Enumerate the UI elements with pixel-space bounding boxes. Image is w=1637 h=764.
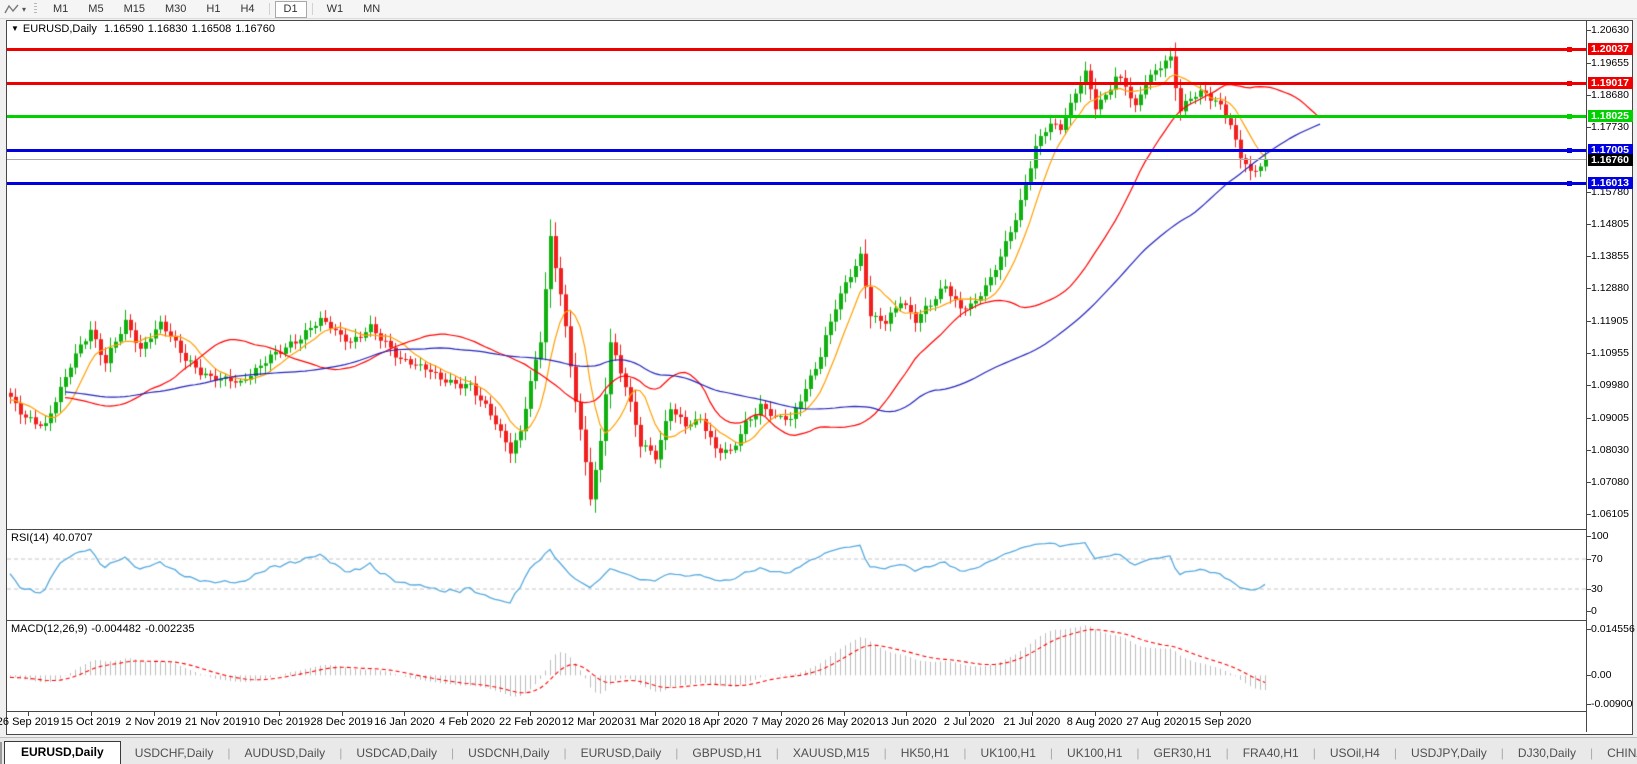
toolbar-separator bbox=[268, 3, 270, 15]
macd-panel[interactable]: MACD(12,26,9) -0.004482 -0.002235 bbox=[7, 621, 1586, 711]
ohlc-low: 1.16508 bbox=[191, 23, 232, 35]
tab-xauusd-m15[interactable]: XAUUSD,M15 bbox=[779, 743, 884, 764]
line-price-label: 1.16013 bbox=[1588, 176, 1633, 189]
line-tools-button[interactable]: ▾ bbox=[0, 0, 30, 18]
date-tick-label: 15 Sep 2020 bbox=[1188, 716, 1252, 728]
line-tools-icon bbox=[4, 4, 19, 14]
tab-china300-h1[interactable]: CHINA300,H1 bbox=[1593, 743, 1637, 764]
tab-uk100-h1[interactable]: UK100,H1 bbox=[967, 743, 1050, 764]
price-tick-label: 1.14805 bbox=[1591, 218, 1629, 231]
macd-tick-label: -0.00900 bbox=[1591, 698, 1633, 710]
tab-dj30-daily[interactable]: DJ30,Daily bbox=[1504, 743, 1590, 764]
tab-usoil-h4[interactable]: USOil,H4 bbox=[1316, 743, 1394, 764]
price-tick-label: 1.08030 bbox=[1591, 444, 1629, 456]
macd-main-value-label: -0.004482 bbox=[91, 623, 141, 635]
ohlc-open: 1.16590 bbox=[103, 23, 144, 35]
price-tick-label: 1.20630 bbox=[1591, 24, 1629, 36]
line-price-label: 1.18025 bbox=[1588, 109, 1633, 122]
timeframe-button-h4[interactable]: H4 bbox=[231, 1, 263, 18]
tab-usdjpy-daily[interactable]: USDJPY,Daily bbox=[1397, 743, 1501, 764]
tab-audusd-daily[interactable]: AUDUSD,Daily bbox=[231, 743, 340, 764]
chart-symbol-label: EURUSD,Daily bbox=[22, 23, 97, 35]
price-tick-label: 1.09980 bbox=[1591, 379, 1629, 391]
timeframe-buttons: M1 M5 M15 M30 H1 H4 D1 W1 MN bbox=[43, 0, 390, 18]
timeframe-button-h1[interactable]: H1 bbox=[197, 1, 229, 18]
line-handle[interactable] bbox=[1567, 81, 1572, 87]
rsi-panel[interactable]: RSI(14) 40.0707 bbox=[7, 530, 1586, 620]
price-axis[interactable]: 1.20630 1.19655 1.18680 1.17730 1.15780 1.148… bbox=[1586, 21, 1635, 732]
tab-bar-edge bbox=[0, 742, 2, 764]
tab-eurusd-daily[interactable]: EURUSD,Daily bbox=[567, 743, 676, 764]
rsi-tick-label: 70 bbox=[1591, 552, 1603, 565]
rsi-canvas[interactable] bbox=[7, 530, 1586, 620]
price-chart-panel[interactable]: ▼ EURUSD,Daily 1.16590 1.16830 1.16508 1.167… bbox=[7, 21, 1586, 529]
chart-tab-bar: EURUSD,Daily USDCHF,Daily | AUDUSD,Daily | US… bbox=[0, 737, 1637, 764]
line-handle[interactable] bbox=[1567, 148, 1572, 154]
timeframe-button-d1[interactable]: D1 bbox=[274, 0, 307, 18]
horizontal-line-1.16013[interactable] bbox=[7, 182, 1586, 186]
timeframe-button-mn[interactable]: MN bbox=[354, 1, 389, 18]
price-tick-label: 1.06105 bbox=[1591, 508, 1629, 521]
chart-tabs: EURUSD,Daily USDCHF,Daily | AUDUSD,Daily | US… bbox=[4, 741, 1637, 764]
price-tick-label: 1.12880 bbox=[1591, 282, 1629, 295]
price-tick-label: 1.13855 bbox=[1591, 249, 1629, 262]
macd-canvas[interactable] bbox=[7, 621, 1586, 711]
price-tick-label: 1.10955 bbox=[1591, 346, 1629, 359]
price-tick-label: 1.11905 bbox=[1591, 314, 1629, 327]
horizontal-line-1.19017[interactable] bbox=[7, 82, 1586, 86]
horizontal-line-1.20037[interactable] bbox=[7, 48, 1586, 52]
timeframe-button-w1[interactable]: W1 bbox=[318, 1, 353, 18]
line-handle[interactable] bbox=[1567, 181, 1572, 187]
toolbar-separator bbox=[311, 3, 313, 15]
rsi-tick-label: 100 bbox=[1591, 530, 1609, 542]
timeframe-button-m30[interactable]: M30 bbox=[156, 1, 195, 18]
toolbar-grip[interactable] bbox=[34, 3, 38, 15]
rsi-title: RSI(14) 40.0707 bbox=[11, 532, 97, 544]
tab-eurusd-daily-active[interactable]: EURUSD,Daily bbox=[4, 741, 121, 764]
rsi-value-label: 40.0707 bbox=[52, 532, 93, 544]
timeframe-button-m15[interactable]: M15 bbox=[115, 1, 154, 18]
horizontal-line-1.18025[interactable] bbox=[7, 115, 1586, 119]
tab-usdchf-daily[interactable]: USDCHF,Daily bbox=[121, 743, 228, 764]
price-tick-label: 1.09005 bbox=[1591, 411, 1629, 424]
line-price-label: 1.20037 bbox=[1588, 42, 1633, 55]
tab-usdcnh-daily[interactable]: USDCNH,Daily bbox=[454, 743, 563, 764]
tab-uk100-h1[interactable]: UK100,H1 bbox=[1053, 743, 1136, 764]
ohlc-close: 1.16760 bbox=[235, 23, 276, 35]
macd-name-label: MACD(12,26,9) bbox=[11, 623, 88, 635]
timeframe-button-m5[interactable]: M5 bbox=[79, 1, 112, 18]
chart-title-marker-icon: ▼ bbox=[11, 24, 19, 33]
tab-gbpusd-h1[interactable]: GBPUSD,H1 bbox=[678, 743, 775, 764]
chart-title: ▼ EURUSD,Daily 1.16590 1.16830 1.16508 1.167… bbox=[11, 23, 279, 35]
rsi-tick-label: 30 bbox=[1591, 582, 1603, 595]
current-price-label: 1.16760 bbox=[1588, 154, 1633, 166]
macd-title: MACD(12,26,9) -0.004482 -0.002235 bbox=[11, 623, 199, 635]
price-tick-label: 1.17730 bbox=[1591, 120, 1629, 133]
macd-signal-value-label: -0.002235 bbox=[144, 623, 195, 635]
tab-usdcad-daily[interactable]: USDCAD,Daily bbox=[342, 743, 451, 764]
macd-tick-label: 0.014556 bbox=[1591, 623, 1635, 635]
price-tick-label: 1.18680 bbox=[1591, 89, 1629, 101]
line-handle[interactable] bbox=[1567, 114, 1572, 120]
mt4-window: ▾ M1 M5 M15 M30 H1 H4 D1 W1 MN ▼ EURUSD,Daily 1.1… bbox=[0, 0, 1637, 764]
tab-ger30-h1[interactable]: GER30,H1 bbox=[1140, 743, 1226, 764]
horizontal-line-1.17005[interactable] bbox=[7, 149, 1586, 153]
date-axis[interactable]: 26 Sep 2019 15 Oct 2019 2 Nov 2019 21 Nov 2… bbox=[0, 712, 1586, 732]
macd-tick-label: 0.00 bbox=[1591, 669, 1612, 682]
chart-window: ▼ EURUSD,Daily 1.16590 1.16830 1.16508 1.167… bbox=[0, 20, 1635, 735]
timeframe-toolbar: ▾ M1 M5 M15 M30 H1 H4 D1 W1 MN bbox=[0, 0, 1637, 19]
current-price-line bbox=[7, 159, 1586, 160]
dropdown-caret-icon: ▾ bbox=[22, 4, 27, 14]
line-price-label: 1.19017 bbox=[1588, 76, 1633, 89]
price-tick-label: 1.19655 bbox=[1591, 56, 1629, 69]
line-handle[interactable] bbox=[1567, 47, 1572, 53]
price-tick-label: 1.07080 bbox=[1591, 475, 1629, 488]
tab-hk50-h1[interactable]: HK50,H1 bbox=[887, 743, 964, 764]
rsi-name-label: RSI(14) bbox=[11, 532, 49, 544]
ohlc-high: 1.16830 bbox=[147, 23, 188, 35]
rsi-tick-label: 0 bbox=[1591, 605, 1597, 617]
candlestick-canvas[interactable] bbox=[7, 21, 1586, 529]
timeframe-button-m1[interactable]: M1 bbox=[44, 1, 77, 18]
tab-fra40-h1[interactable]: FRA40,H1 bbox=[1229, 743, 1313, 764]
